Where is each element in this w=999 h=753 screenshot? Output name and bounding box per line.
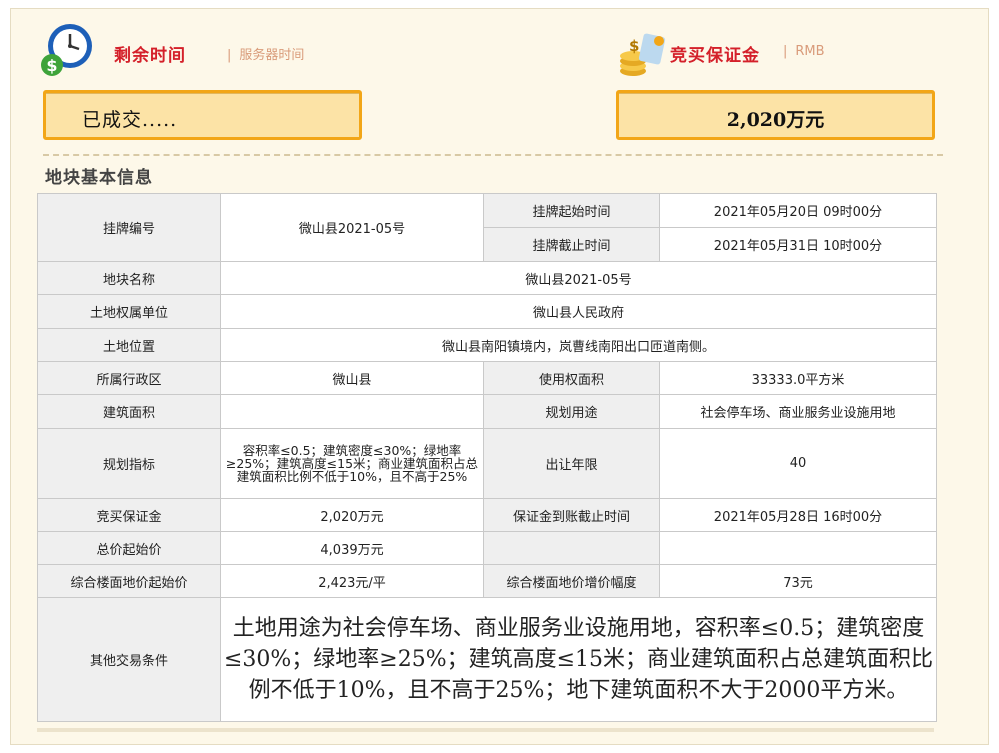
server-time-label: | 服务器时间 bbox=[227, 48, 305, 63]
table-row: 综合楼面地价起始价 2,423元/平 综合楼面地价增价幅度 73元 bbox=[37, 564, 937, 598]
purpose-value: 社会停车场、商业服务业设施用地 bbox=[659, 394, 937, 429]
table-row: 建筑面积 规划用途 社会停车场、商业服务业设施用地 bbox=[37, 394, 937, 429]
term-value: 40 bbox=[659, 428, 937, 499]
table-row: 总价起始价 4,039万元 bbox=[37, 531, 937, 565]
use-area-key: 使用权面积 bbox=[483, 361, 660, 395]
empty-value-cell bbox=[659, 531, 937, 565]
listing-no-value: 微山县2021-05号 bbox=[220, 193, 484, 262]
district-key: 所属行政区 bbox=[37, 361, 221, 395]
other-conditions-value: 土地用途为社会停车场、商业服务业设施用地，容积率≤0.5；建筑密度≤30%；绿地… bbox=[220, 597, 937, 722]
currency-label: | RMB bbox=[783, 44, 825, 59]
clock-icon: $ bbox=[41, 24, 92, 76]
table-row: 所属行政区 微山县 使用权面积 33333.0平方米 bbox=[37, 361, 937, 395]
table-row: 地块名称 微山县2021-05号 bbox=[37, 261, 937, 295]
section-title: 地块基本信息 bbox=[45, 168, 153, 188]
location-key: 土地位置 bbox=[37, 328, 221, 362]
deposit-value: 2,020万元 bbox=[220, 498, 484, 532]
start-price-value: 4,039万元 bbox=[220, 531, 484, 565]
parcel-name-key: 地块名称 bbox=[37, 261, 221, 295]
header-bar: $ 剩余时间 | 服务器时间 $ 竞买保证金 | RMB bbox=[11, 21, 988, 91]
listing-no-key: 挂牌编号 bbox=[37, 193, 221, 262]
build-area-key: 建筑面积 bbox=[37, 394, 221, 429]
table-row: 规划指标 容积率≤0.5；建筑密度≤30%；绿地率≥25%；建筑高度≤15米；商… bbox=[37, 428, 937, 499]
increment-key: 综合楼面地价增价幅度 bbox=[483, 564, 660, 598]
end-time-key: 挂牌截止时间 bbox=[483, 227, 660, 262]
currency-text: RMB bbox=[795, 44, 825, 59]
other-conditions-key: 其他交易条件 bbox=[37, 597, 221, 722]
auction-panel: $ 剩余时间 | 服务器时间 $ 竞买保证金 | RMB 已成交..... 2,02… bbox=[10, 8, 989, 745]
floor-price-value: 2,423元/平 bbox=[220, 564, 484, 598]
term-key: 出让年限 bbox=[483, 428, 660, 499]
start-price-key: 总价起始价 bbox=[37, 531, 221, 565]
deal-status-text: 已成交..... bbox=[82, 109, 178, 131]
svg-text:$: $ bbox=[46, 56, 57, 75]
table-row: 挂牌编号 微山县2021-05号 挂牌起始时间 2021年05月20日 09时0… bbox=[37, 193, 937, 262]
build-area-value bbox=[220, 394, 484, 429]
deposit-deadline-value: 2021年05月28日 16时00分 bbox=[659, 498, 937, 532]
purpose-key: 规划用途 bbox=[483, 394, 660, 429]
table-row: 土地权属单位 微山县人民政府 bbox=[37, 294, 937, 329]
deposit-label: 竞买保证金 bbox=[670, 46, 760, 66]
parcel-info-table: 挂牌编号 微山县2021-05号 挂牌起始时间 2021年05月20日 09时0… bbox=[37, 193, 937, 722]
deposit-deadline-key: 保证金到账截止时间 bbox=[483, 498, 660, 532]
district-value: 微山县 bbox=[220, 361, 484, 395]
plan-key: 规划指标 bbox=[37, 428, 221, 499]
deposit-amount-box: 2,020万元 bbox=[616, 90, 935, 140]
end-time-value: 2021年05月31日 10时00分 bbox=[659, 227, 937, 262]
deposit-key: 竞买保证金 bbox=[37, 498, 221, 532]
floor-price-key: 综合楼面地价起始价 bbox=[37, 564, 221, 598]
table-row: 土地位置 微山县南阳镇境内，岚曹线南阳出口匝道南侧。 bbox=[37, 328, 937, 362]
increment-value: 73元 bbox=[659, 564, 937, 598]
start-time-key: 挂牌起始时间 bbox=[483, 193, 660, 228]
use-area-value: 33333.0平方米 bbox=[659, 361, 937, 395]
start-time-value: 2021年05月20日 09时00分 bbox=[659, 193, 937, 228]
coins-icon: $ bbox=[620, 33, 666, 76]
bottom-rail bbox=[37, 728, 934, 732]
dashed-divider bbox=[43, 154, 943, 156]
table-row: 其他交易条件 土地用途为社会停车场、商业服务业设施用地，容积率≤0.5；建筑密度… bbox=[37, 597, 937, 722]
location-value: 微山县南阳镇境内，岚曹线南阳出口匝道南侧。 bbox=[220, 328, 937, 362]
deal-status-box: 已成交..... bbox=[43, 90, 362, 140]
empty-key-cell bbox=[483, 531, 660, 565]
svg-text:$: $ bbox=[629, 37, 639, 55]
remaining-time-label: 剩余时间 bbox=[114, 46, 186, 66]
parcel-name-value: 微山县2021-05号 bbox=[220, 261, 937, 295]
server-time-text: 服务器时间 bbox=[239, 48, 305, 63]
owner-value: 微山县人民政府 bbox=[220, 294, 937, 329]
table-row: 竞买保证金 2,020万元 保证金到账截止时间 2021年05月28日 16时0… bbox=[37, 498, 937, 532]
owner-key: 土地权属单位 bbox=[37, 294, 221, 329]
plan-value: 容积率≤0.5；建筑密度≤30%；绿地率≥25%；建筑高度≤15米；商业建筑面积… bbox=[220, 428, 484, 499]
deposit-amount-text: 2,020万元 bbox=[726, 109, 825, 131]
